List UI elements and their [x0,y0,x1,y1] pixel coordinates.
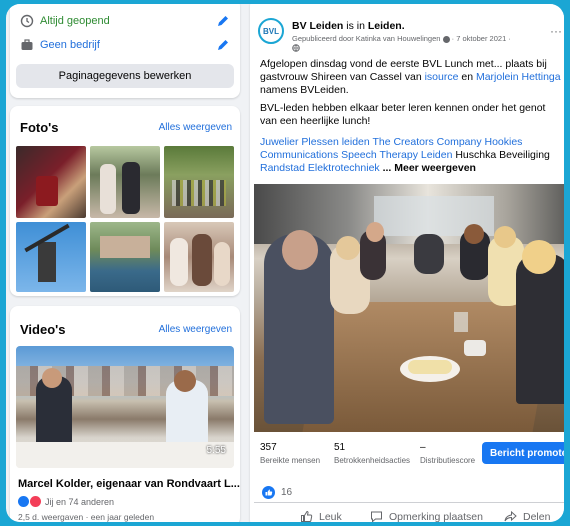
comment-label: Opmerking plaatsen [389,510,483,523]
divider [254,502,564,503]
videos-card: Video's Alles weergeven 5:55 Marcel Kold… [10,306,240,522]
photo-thumbnail[interactable] [164,146,234,218]
post-is-in: is in [343,20,368,32]
company-row: Geen bedrijf [20,36,100,54]
reactions-summary[interactable]: 16 [262,486,292,499]
stat-engagement-label: Betrokkenheidsacties [334,456,411,465]
stat-reach-value: 357 [260,442,277,453]
like-reaction-icon [262,486,275,499]
mention-link[interactable]: Randstad Elektrotechniek [260,162,380,174]
page-avatar[interactable]: BVL [258,18,284,44]
promote-post-button[interactable]: Bericht promoten [482,442,564,464]
post-paragraph-3: Juwelier Plessen leiden The Creators Com… [260,136,562,175]
stat-distribution-label: Distributiescore [420,456,476,465]
share-button[interactable]: Delen [504,510,550,522]
post-meta: Gepubliceerd door Katinka van Houwelinge… [292,34,511,43]
stat-engagement-value: 51 [334,442,346,453]
share-label: Delen [523,510,551,523]
video-meta: 2,5 d. weergaven · een jaar geleden [18,512,155,522]
photos-title: Foto's [20,120,59,135]
globe-icon [292,44,300,52]
clock-icon [20,14,34,28]
photos-card: Foto's Alles weergeven [10,106,240,296]
photo-thumbnail[interactable] [90,146,160,218]
info-icon [442,35,450,43]
edit-page-info-button[interactable]: Paginagegevens bewerken [16,64,234,88]
hours-text: Altijd geopend [40,15,110,27]
post-paragraph-1: Afgelopen dinsdag vond de eerste BVL Lun… [260,58,562,97]
post-card: BVL BV Leiden is in Leiden. Gepubliceerd… [250,4,564,522]
post-p3-text: Huschka Beveiliging [452,149,550,161]
video-reactions-text: Jij en 74 anderen [45,496,115,507]
love-reaction-icon [30,496,41,507]
page-info-card: Altijd geopend Geen bedrijf Paginagegeve… [10,4,240,98]
like-label: Leuk [319,510,342,523]
comment-icon [371,511,382,522]
mention-link[interactable]: isource [425,71,459,83]
stat-distribution-value: – [420,442,426,453]
videos-see-all-link[interactable]: Alles weergeven [159,324,232,335]
photo-thumbnail[interactable] [90,222,160,292]
see-more-link[interactable]: ... Meer weergeven [380,162,476,174]
post-p1-text: en [458,71,476,83]
location-link[interactable]: Leiden. [368,20,405,32]
hours-row: Altijd geopend [20,12,110,30]
published-by: Gepubliceerd door Katinka van Houwelinge… [292,34,441,43]
photos-see-all-link[interactable]: Alles weergeven [159,122,232,133]
post-paragraph-2: BVL-leden hebben elkaar beter leren kenn… [260,102,546,127]
video-reactions[interactable]: Jij en 74 anderen [18,496,114,507]
video-duration: 5:55 [206,445,226,456]
share-icon [504,510,517,522]
post-p1-text: namens BVLeiden. [260,84,349,96]
post-date[interactable]: · 7 oktober 2021 · [452,34,511,43]
post-header: BV Leiden is in Leiden. [292,20,405,32]
edit-pencil-icon[interactable] [216,38,230,52]
stat-reach-label: Bereikte mensen [260,456,321,465]
like-reaction-icon [18,496,29,507]
comment-button[interactable]: Opmerking plaatsen [370,510,483,522]
post-photo[interactable] [254,184,564,432]
edit-pencil-icon[interactable] [216,14,230,28]
like-button[interactable]: Leuk [300,510,342,522]
photo-thumbnail[interactable] [16,146,86,218]
briefcase-icon [21,39,33,50]
photo-thumbnail[interactable] [16,222,86,292]
video-thumbnail[interactable]: 5:55 [16,346,234,468]
page-frame: Altijd geopend Geen bedrijf Paginagegeve… [6,4,564,522]
thumbs-up-icon [301,510,313,522]
page-name-link[interactable]: BV Leiden [292,20,343,32]
like-count: 16 [281,487,293,498]
more-options-icon[interactable]: ··· [550,24,562,38]
video-title[interactable]: Marcel Kolder, eigenaar van Rondvaart L.… [18,478,240,490]
mention-link[interactable]: Marjolein Hettinga [476,71,561,83]
company-text[interactable]: Geen bedrijf [40,39,100,51]
photo-thumbnail[interactable] [164,222,234,292]
videos-title: Video's [20,322,66,337]
